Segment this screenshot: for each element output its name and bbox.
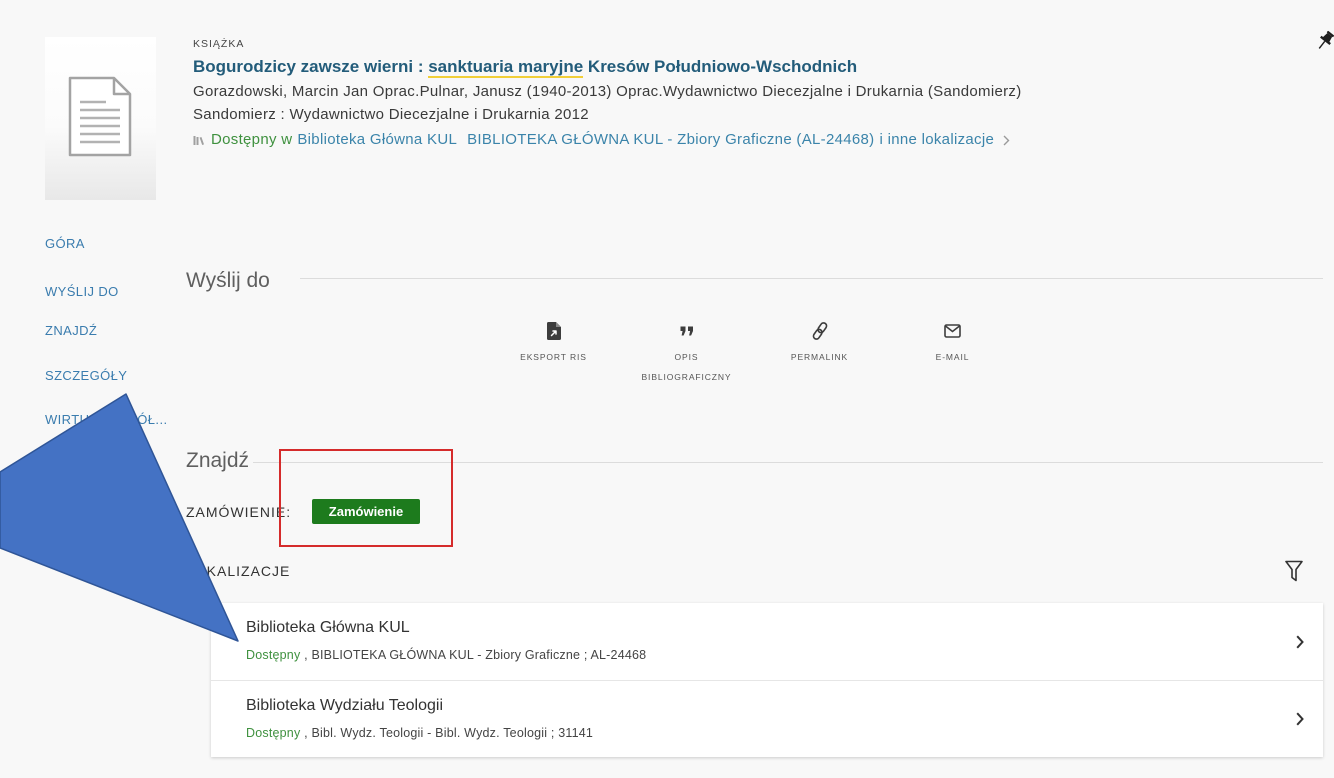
location-shelf-info: , Bibl. Wydz. Teologii - Bibl. Wydz. Teo… <box>300 726 594 740</box>
permalink-button[interactable]: PERMALINK <box>753 320 886 387</box>
library-shelf-icon <box>193 136 204 145</box>
section-heading-send-to: Wyślij do <box>186 269 270 292</box>
record-publication: Sandomierz : Wydawnictwo Diecezjalne i D… <box>193 106 589 123</box>
title-search-term-highlight: sanktuaria maryjne <box>428 57 584 78</box>
action-label: E-MAIL <box>935 352 970 362</box>
order-label: ZAMÓWIENIE: <box>186 504 292 520</box>
title-text: Kresów Południowo-Wschodnich <box>583 57 858 76</box>
location-details: Dostępny , Bibl. Wydz. Teologii - Bibl. … <box>246 723 593 743</box>
nav-item-details[interactable]: SZCZEGÓŁY <box>45 366 127 386</box>
action-label: PERMALINK <box>790 352 849 362</box>
record-type-label: KSIĄŻKA <box>193 38 245 50</box>
location-name: Biblioteka Wydziału Teologii <box>246 697 443 714</box>
envelope-icon <box>944 324 961 338</box>
location-name: Biblioteka Główna KUL <box>246 619 410 636</box>
nav-item-top[interactable]: GÓRA <box>45 234 85 254</box>
availability-status: Dostępny w <box>211 131 293 148</box>
annotation-highlight-box <box>279 449 453 547</box>
section-divider <box>300 278 1323 279</box>
title-text: Bogurodzicy zawsze wierni : <box>193 57 429 76</box>
action-label: EKSPORT RIS <box>520 352 587 362</box>
location-item[interactable]: Biblioteka Wydziału Teologii Dostępny , … <box>211 680 1323 757</box>
action-label: OPIS BIBLIOGRAFICZNY <box>641 352 732 382</box>
nav-item-find[interactable]: ZNAJDŹ <box>45 321 97 341</box>
record-thumbnail <box>45 37 156 200</box>
availability-more-locations: i inne lokalizacje <box>879 131 995 148</box>
send-to-actions: EKSPORT RIS OPIS BIBLIOGRAFICZNY PERMALI… <box>487 320 1019 387</box>
order-button[interactable]: Zamówienie <box>312 499 420 524</box>
locations-heading: LOKALIZACJE <box>186 563 291 579</box>
location-shelf-info: , BIBLIOTEKA GŁÓWNA KUL - Zbiory Graficz… <box>300 648 647 662</box>
nav-item-virtual-shelf[interactable]: WIRTUALNA PÓŁ... <box>45 410 167 430</box>
location-item[interactable]: Biblioteka Główna KUL Dostępny , BIBLIOT… <box>211 603 1323 680</box>
location-status: Dostępny <box>246 726 301 740</box>
export-ris-icon <box>546 322 561 340</box>
email-button[interactable]: E-MAIL <box>886 320 1019 387</box>
locations-list: Biblioteka Główna KUL Dostępny , BIBLIOT… <box>211 603 1323 757</box>
availability-library: Biblioteka Główna KUL <box>297 131 458 148</box>
availability-link[interactable]: Dostępny w Biblioteka Główna KUL BIBLIOT… <box>193 129 1010 151</box>
nav-item-send-to[interactable]: WYŚLIJ DO <box>45 282 119 302</box>
chevron-right-icon[interactable] <box>1296 712 1304 726</box>
export-ris-button[interactable]: EKSPORT RIS <box>487 320 620 387</box>
pin-icon[interactable] <box>1316 29 1334 53</box>
location-details: Dostępny , BIBLIOTEKA GŁÓWNA KUL - Zbior… <box>246 645 646 665</box>
record-authors: Gorazdowski, Marcin Jan Oprac.Pulnar, Ja… <box>193 83 1022 100</box>
nav-item-links[interactable]: LINKI <box>45 455 80 475</box>
filter-icon[interactable] <box>1285 560 1303 582</box>
section-divider <box>253 462 1323 463</box>
record-title-link[interactable]: Bogurodzicy zawsze wierni : sanktuaria m… <box>193 55 857 79</box>
availability-sublocation: BIBLIOTEKA GŁÓWNA KUL - Zbiory Graficzne… <box>467 131 875 148</box>
link-icon <box>812 322 827 340</box>
quote-icon <box>680 326 693 336</box>
chevron-right-icon <box>1003 135 1010 145</box>
document-icon <box>68 76 132 157</box>
chevron-right-icon[interactable] <box>1296 635 1304 649</box>
citation-button[interactable]: OPIS BIBLIOGRAFICZNY <box>620 320 753 387</box>
location-status: Dostępny <box>246 648 301 662</box>
section-heading-find: Znajdź <box>186 449 250 472</box>
